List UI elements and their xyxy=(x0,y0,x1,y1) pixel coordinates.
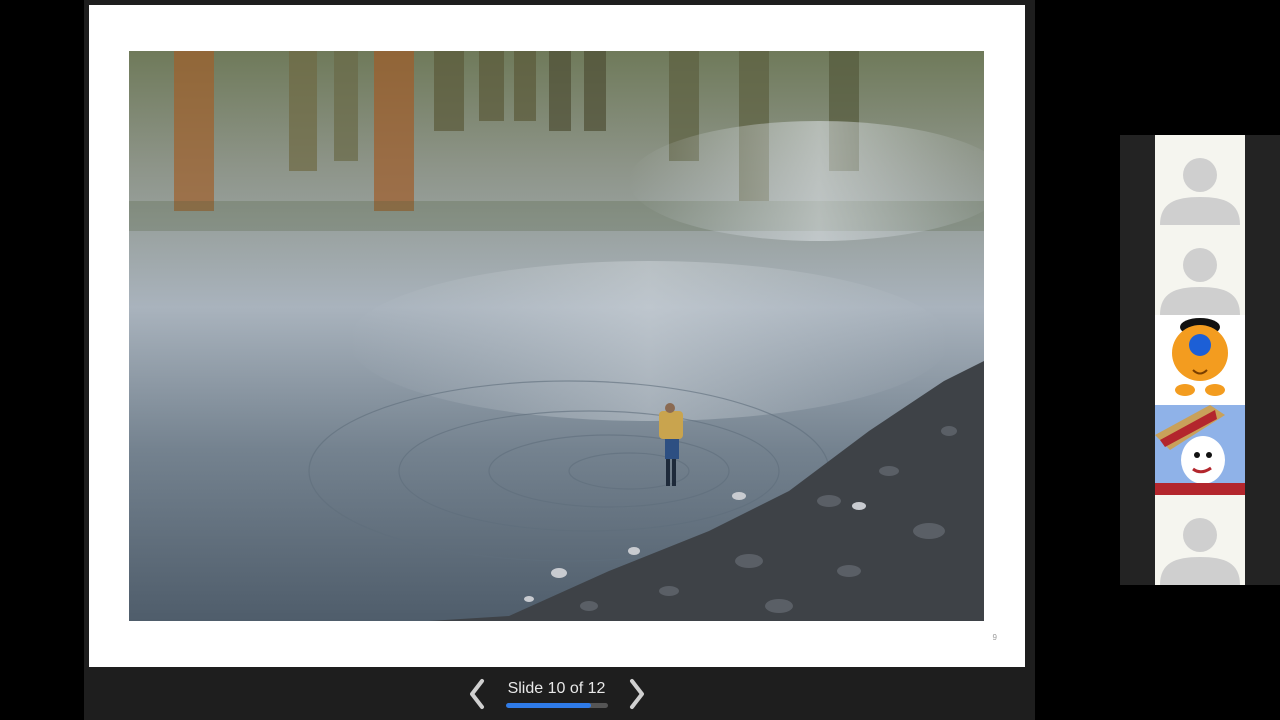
default-person-icon xyxy=(1155,225,1245,315)
slide-progress-fill xyxy=(506,703,591,708)
participant-tile[interactable] xyxy=(1155,405,1245,495)
previous-slide-button[interactable] xyxy=(464,677,490,711)
chevron-left-icon xyxy=(470,679,484,709)
slide-progress-bar xyxy=(506,703,608,708)
participants-panel xyxy=(1120,135,1280,585)
slide-counter: Slide 10 of 12 xyxy=(507,680,606,697)
slide-photo-river-shore xyxy=(129,51,984,621)
slide-navigation-bar: Slide 10 of 12 xyxy=(84,667,1035,720)
participant-tile[interactable] xyxy=(1155,495,1245,585)
participant-tile[interactable] xyxy=(1155,315,1245,405)
orange-cartoon-avatar-icon xyxy=(1155,315,1245,405)
default-person-icon xyxy=(1155,135,1245,225)
participant-tile[interactable] xyxy=(1155,225,1245,315)
slide-page-number: 9 xyxy=(992,633,997,642)
next-slide-button[interactable] xyxy=(624,677,650,711)
participant-tile[interactable] xyxy=(1155,135,1245,225)
default-person-icon xyxy=(1155,495,1245,585)
chevron-right-icon xyxy=(630,679,644,709)
cartoon-character-avatar-icon xyxy=(1155,405,1245,495)
slide-canvas: 9 xyxy=(89,5,1025,667)
